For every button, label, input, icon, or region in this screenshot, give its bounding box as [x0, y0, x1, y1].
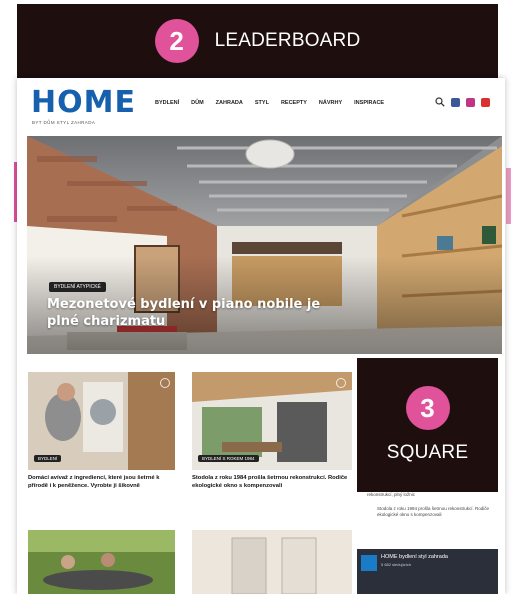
ad-number-badge: 2	[154, 19, 199, 63]
article-title[interactable]: Stodola z roku 1984 prošla šetrnou rekon…	[192, 475, 352, 490]
fb-page-followers: 5 682 sledujících	[381, 562, 412, 567]
right-side-tab	[506, 168, 511, 224]
thumbnail-badge: BYDLENÍ	[34, 455, 62, 462]
article-thumbnail[interactable]: BYDLENÍ	[28, 372, 175, 470]
site-logo[interactable]: HOME	[31, 88, 136, 118]
nav-item[interactable]: STYL	[255, 100, 269, 106]
sidebar-text[interactable]: rekonstrukcí, plný ložnic	[367, 492, 497, 498]
leaderboard-ad: 2 LEADERBOARD	[17, 4, 498, 78]
sidebar-article-link[interactable]: Stodola z roku 1984 prošla šetrnou rekon…	[367, 506, 497, 518]
hero-article[interactable]: BYDLENÍ ATYPICKÉ Mezonetové bydlení v pi…	[27, 136, 502, 354]
nav-item[interactable]: NÁVRHY	[319, 100, 342, 106]
nav-item[interactable]: ZAHRADA	[216, 100, 243, 106]
thumbnail-image	[192, 530, 352, 594]
ad-label: LEADERBOARD	[214, 30, 361, 51]
nav-item[interactable]: BYDLENÍ	[155, 100, 179, 106]
search-icon[interactable]	[435, 97, 445, 107]
gallery-icon	[160, 378, 170, 388]
nav-item[interactable]: DŮM	[191, 100, 204, 106]
article-thumbnail[interactable]: BYDLENÍ S ROKEM 1984	[192, 372, 352, 470]
facebook-icon[interactable]	[451, 97, 460, 107]
main-nav: BYDLENÍ DŮM ZAHRADA STYL RECEPTY NÁVRHY …	[155, 100, 384, 106]
ad-label: SQUARE	[386, 442, 469, 463]
ad-number-badge: 3	[405, 386, 450, 430]
site-tagline: BYT DŮM STYL ZAHRADA	[32, 120, 96, 125]
fb-page-name[interactable]: HOME bydlení styl zahrada	[381, 554, 448, 560]
article-title[interactable]: Domácí avívaž z ingrediencí, které jsou …	[28, 475, 175, 490]
youtube-icon[interactable]	[481, 97, 490, 107]
thumbnail-badge: BYDLENÍ S ROKEM 1984	[198, 455, 259, 462]
hero-category-badge[interactable]: BYDLENÍ ATYPICKÉ	[49, 282, 106, 292]
article-thumbnail[interactable]	[192, 530, 352, 594]
nav-item[interactable]: INSPIRACE	[354, 100, 384, 106]
nav-item[interactable]: RECEPTY	[281, 100, 307, 106]
page-logo	[361, 555, 377, 571]
article-thumbnail[interactable]	[28, 530, 175, 594]
facebook-widget[interactable]: HOME bydlení styl zahrada 5 682 sledujíc…	[357, 549, 498, 594]
gallery-icon	[336, 378, 346, 388]
website-preview: HOME BYT DŮM STYL ZAHRADA BYDLENÍ DŮM ZA…	[17, 78, 505, 594]
site-header: HOME BYT DŮM STYL ZAHRADA BYDLENÍ DŮM ZA…	[17, 78, 505, 136]
instagram-icon[interactable]	[466, 97, 475, 107]
square-ad: 3 SQUARE	[357, 358, 498, 492]
thumbnail-image	[28, 530, 175, 594]
hero-title[interactable]: Mezonetové bydlení v piano nobile je pln…	[47, 296, 347, 330]
header-icons	[435, 97, 490, 107]
